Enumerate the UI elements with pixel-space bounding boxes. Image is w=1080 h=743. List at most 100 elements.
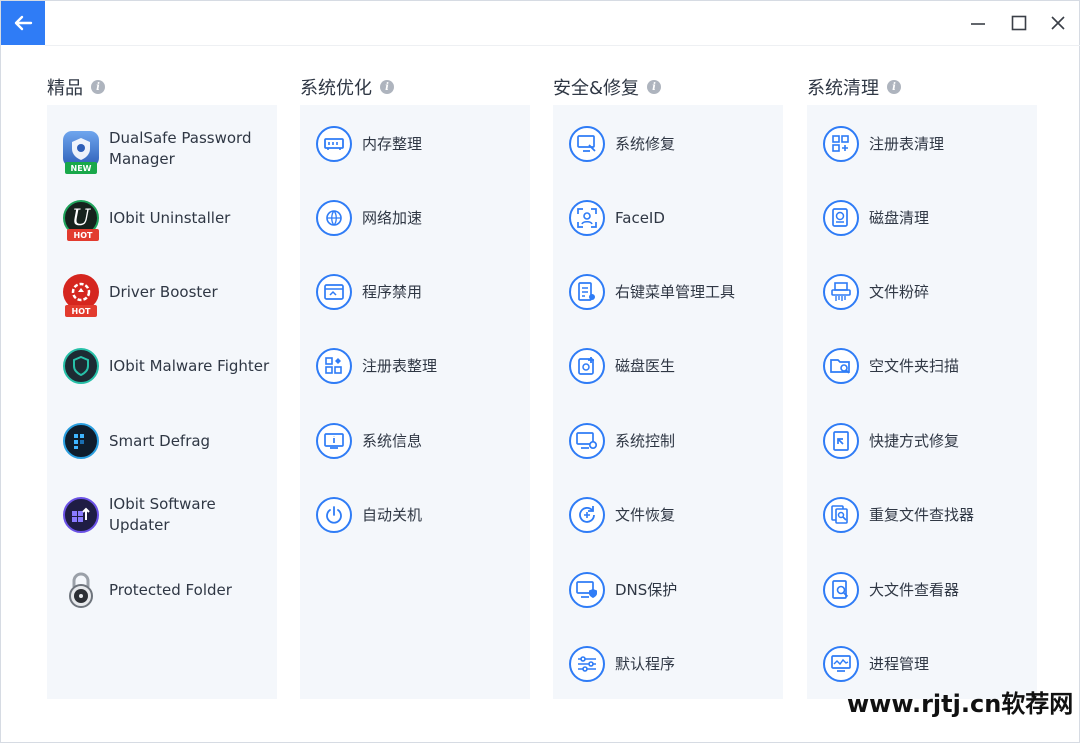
- minimize-button[interactable]: [963, 9, 993, 37]
- titlebar-divider: [45, 45, 1080, 46]
- registry-clean-icon: [823, 126, 859, 162]
- app-window: 精品 i 系统优化 i 安全&修复 i 系统清理 i NEW DualSafe …: [0, 0, 1080, 743]
- featured-panel: NEW DualSafe Password Manager U HOT IObi…: [47, 105, 277, 699]
- large-file-icon: [823, 572, 859, 608]
- column-title: 精品: [47, 78, 83, 99]
- column-title: 安全&修复: [553, 78, 640, 99]
- software-updater-icon: [63, 497, 99, 533]
- tool-label: IObit Malware Fighter: [109, 356, 270, 375]
- tool-program-disable[interactable]: 程序禁用: [300, 262, 530, 322]
- info-icon[interactable]: i: [887, 80, 901, 94]
- tool-context-menu[interactable]: 右键菜单管理工具: [553, 262, 783, 322]
- tool-smart-defrag[interactable]: Smart Defrag: [47, 411, 277, 471]
- tool-system-info[interactable]: 系统信息: [300, 411, 530, 471]
- tool-label: 网络加速: [362, 208, 423, 227]
- tool-label: 快捷方式修复: [869, 431, 960, 450]
- tool-dns-protect[interactable]: DNS保护: [553, 560, 783, 620]
- tool-system-control[interactable]: 系统控制: [553, 411, 783, 471]
- back-button[interactable]: [1, 1, 45, 45]
- face-id-icon: [569, 200, 605, 236]
- column-header-optimize: 系统优化 i: [300, 75, 394, 99]
- uninstaller-icon: U HOT: [63, 200, 99, 241]
- padlock-icon: [63, 572, 99, 608]
- info-icon[interactable]: i: [647, 80, 662, 94]
- clean-panel: 注册表清理 磁盘清理 文件粉碎 空文件夹扫描 快捷方式修复 重复文件查找器 大文…: [807, 105, 1037, 699]
- tool-label: Driver Booster: [109, 282, 218, 301]
- empty-folder-scan-icon: [823, 348, 859, 384]
- tool-disk-doctor[interactable]: 磁盘医生: [553, 336, 783, 396]
- network-rocket-icon: [316, 200, 352, 236]
- tool-default-programs[interactable]: 默认程序: [553, 634, 783, 694]
- tool-label: 大文件查看器: [869, 580, 960, 599]
- tool-empty-folder-scan[interactable]: 空文件夹扫描: [807, 336, 1037, 396]
- back-arrow-icon: [14, 15, 33, 31]
- shortcut-fix-icon: [823, 423, 859, 459]
- window-program-icon: [316, 274, 352, 310]
- tool-label: FaceID: [615, 208, 665, 227]
- malware-fighter-icon: [63, 348, 99, 384]
- disk-clean-icon: [823, 200, 859, 236]
- info-icon[interactable]: i: [91, 80, 105, 94]
- tool-large-file-viewer[interactable]: 大文件查看器: [807, 560, 1037, 620]
- tool-driver-booster[interactable]: HOT Driver Booster: [47, 262, 277, 322]
- monitor-wrench-icon: [569, 126, 605, 162]
- registry-grid-icon: [316, 348, 352, 384]
- tool-label: DualSafe Password Manager: [109, 129, 252, 168]
- tool-dualsafe[interactable]: NEW DualSafe Password Manager: [47, 119, 277, 179]
- tool-label: 系统信息: [362, 431, 423, 450]
- tool-label: DNS保护: [615, 580, 678, 599]
- column-header-security: 安全&修复 i: [553, 75, 662, 99]
- column-title: 系统优化: [300, 78, 372, 99]
- optimize-panel: 内存整理 网络加速 程序禁用 注册表整理 系统信息 自动关机: [300, 105, 530, 699]
- tool-label: 自动关机: [362, 505, 423, 524]
- maximize-icon: [1011, 15, 1027, 31]
- tool-label: 磁盘清理: [869, 208, 930, 227]
- context-menu-icon: [569, 274, 605, 310]
- dns-shield-icon: [569, 572, 605, 608]
- tool-label: 默认程序: [615, 654, 676, 673]
- disk-doctor-icon: [569, 348, 605, 384]
- hot-badge: HOT: [67, 229, 99, 241]
- hot-badge: HOT: [65, 305, 97, 317]
- tool-file-recovery[interactable]: 文件恢复: [553, 485, 783, 545]
- tool-label: 系统控制: [615, 431, 676, 450]
- system-info-icon: [316, 423, 352, 459]
- process-monitor-icon: [823, 646, 859, 682]
- tool-protected-folder[interactable]: Protected Folder: [47, 560, 277, 620]
- column-title: 系统清理: [807, 78, 879, 99]
- tool-software-updater[interactable]: IObit Software Updater: [47, 485, 277, 545]
- tool-network-boost[interactable]: 网络加速: [300, 188, 530, 248]
- tool-memory-clean[interactable]: 内存整理: [300, 114, 530, 174]
- tool-label: 重复文件查找器: [869, 505, 975, 524]
- tool-registry-defrag[interactable]: 注册表整理: [300, 336, 530, 396]
- tool-label: IObit Uninstaller: [109, 208, 231, 227]
- minimize-icon: [971, 23, 985, 25]
- tool-system-repair[interactable]: 系统修复: [553, 114, 783, 174]
- tool-label: 注册表整理: [362, 356, 438, 375]
- tool-file-shredder[interactable]: 文件粉碎: [807, 262, 1037, 322]
- maximize-button[interactable]: [1004, 9, 1034, 37]
- security-panel: 系统修复 FaceID 右键菜单管理工具 磁盘医生 系统控制 文件恢复 DNS保…: [553, 105, 783, 699]
- tool-iobit-uninstaller[interactable]: U HOT IObit Uninstaller: [47, 188, 277, 248]
- driver-booster-icon: HOT: [63, 274, 99, 317]
- memory-icon: [316, 126, 352, 162]
- tool-disk-clean[interactable]: 磁盘清理: [807, 188, 1037, 248]
- tool-face-id[interactable]: FaceID: [553, 188, 783, 248]
- file-recovery-icon: [569, 497, 605, 533]
- tool-label: 程序禁用: [362, 282, 423, 301]
- tool-malware-fighter[interactable]: IObit Malware Fighter: [47, 336, 277, 396]
- tool-registry-clean[interactable]: 注册表清理: [807, 114, 1037, 174]
- tool-label: 内存整理: [362, 134, 423, 153]
- tool-duplicate-finder[interactable]: 重复文件查找器: [807, 485, 1037, 545]
- tool-label: Smart Defrag: [109, 431, 211, 450]
- close-icon: [1051, 16, 1065, 30]
- dualsafe-icon: NEW: [63, 131, 99, 174]
- tool-auto-shutdown[interactable]: 自动关机: [300, 485, 530, 545]
- site-watermark: www.rjtj.cn软荐网: [847, 690, 1074, 718]
- info-icon[interactable]: i: [380, 80, 394, 94]
- duplicate-finder-icon: [823, 497, 859, 533]
- tool-label: 右键菜单管理工具: [615, 282, 736, 301]
- column-header-clean: 系统清理 i: [807, 75, 901, 99]
- tool-shortcut-fix[interactable]: 快捷方式修复: [807, 411, 1037, 471]
- close-button[interactable]: [1043, 9, 1073, 37]
